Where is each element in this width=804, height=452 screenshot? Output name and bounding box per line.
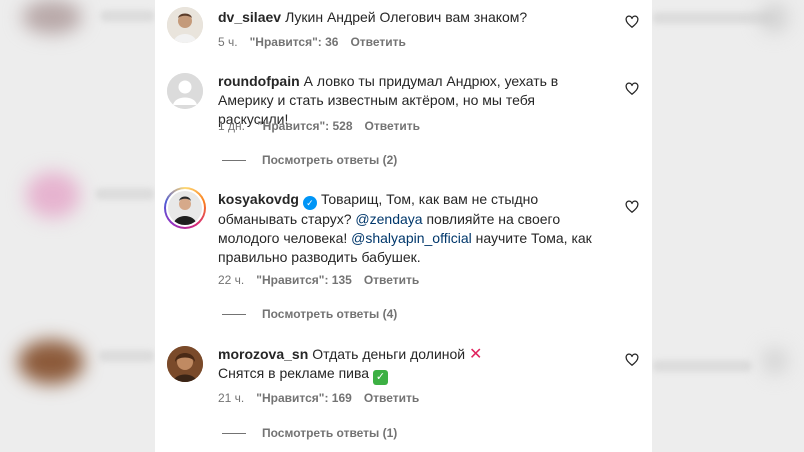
view-replies-label: Посмотреть ответы (1) bbox=[262, 426, 398, 440]
blurred-text bbox=[652, 12, 772, 24]
comments-list: dv_silaev Лукин Андрей Олегович вам знако… bbox=[155, 0, 652, 452]
cross-mark-icon: ✕ bbox=[469, 346, 483, 363]
check-mark-icon: ✓ bbox=[372, 370, 388, 385]
blurred-text bbox=[98, 350, 155, 362]
comment-time[interactable]: 5 ч. bbox=[218, 35, 238, 49]
comment-meta: 5 ч. "Нравится": 36 Ответить bbox=[218, 34, 418, 50]
heart-icon[interactable] bbox=[625, 82, 639, 96]
avatar[interactable] bbox=[167, 346, 203, 382]
comment-time[interactable]: 22 ч. bbox=[218, 273, 244, 287]
blurred-text bbox=[652, 360, 752, 372]
verified-badge-icon: ✓ bbox=[302, 196, 317, 210]
view-replies-button[interactable]: Посмотреть ответы (4) bbox=[222, 306, 397, 322]
heart-icon[interactable] bbox=[625, 353, 639, 367]
divider-line bbox=[222, 314, 246, 316]
reply-button[interactable]: Ответить bbox=[364, 391, 419, 405]
user-photo-icon bbox=[167, 346, 203, 382]
avatar bbox=[166, 189, 204, 227]
blurred-left-panel bbox=[0, 0, 155, 452]
mention-link[interactable]: @shalyapin_official bbox=[351, 230, 472, 246]
heart-icon[interactable] bbox=[625, 200, 639, 214]
comment-username[interactable]: kosyakovdg bbox=[218, 191, 299, 207]
likes-count[interactable]: "Нравится": 528 bbox=[257, 119, 353, 133]
comment-time[interactable]: 1 дн. bbox=[218, 119, 245, 133]
reply-button[interactable]: Ответить bbox=[350, 35, 405, 49]
view-replies-label: Посмотреть ответы (2) bbox=[262, 153, 398, 167]
view-replies-label: Посмотреть ответы (4) bbox=[262, 307, 398, 321]
comment-time[interactable]: 21 ч. bbox=[218, 391, 244, 405]
comment-body: Снятся в рекламе пива bbox=[218, 365, 370, 381]
avatar-story-ring[interactable] bbox=[164, 187, 206, 229]
comment-meta: 1 дн. "Нравится": 528 Ответить bbox=[218, 118, 432, 134]
comment-username[interactable]: dv_silaev bbox=[218, 9, 281, 25]
likes-count[interactable]: "Нравится": 169 bbox=[256, 391, 352, 405]
mention-link[interactable]: @zendaya bbox=[355, 211, 422, 227]
avatar[interactable] bbox=[167, 73, 203, 109]
avatar[interactable] bbox=[167, 7, 203, 43]
likes-count[interactable]: "Нравится": 36 bbox=[250, 35, 339, 49]
comment-meta: 22 ч. "Нравится": 135 Ответить bbox=[218, 272, 431, 288]
comment-username[interactable]: roundofpain bbox=[218, 73, 300, 89]
blurred-right-panel bbox=[652, 0, 804, 452]
blurred-avatar bbox=[26, 172, 80, 218]
divider-line bbox=[222, 160, 246, 162]
user-photo-icon bbox=[168, 191, 202, 225]
view-replies-button[interactable]: Посмотреть ответы (1) bbox=[222, 425, 397, 441]
view-replies-button[interactable]: Посмотреть ответы (2) bbox=[222, 152, 397, 168]
comment-text: kosyakovdg ✓ Товарищ, Том, как вам не стыд… bbox=[218, 190, 608, 267]
comment-text: dv_silaev Лукин Андрей Олегович вам знако… bbox=[218, 8, 608, 27]
blurred-heart bbox=[760, 4, 788, 32]
comment-body: Лукин Андрей Олегович вам знаком? bbox=[285, 9, 528, 25]
comment-username[interactable]: morozova_sn bbox=[218, 346, 308, 362]
reply-button[interactable]: Ответить bbox=[365, 119, 420, 133]
divider-line bbox=[222, 433, 246, 435]
blurred-avatar bbox=[22, 0, 82, 34]
user-photo-icon bbox=[167, 7, 203, 43]
likes-count[interactable]: "Нравится": 135 bbox=[256, 273, 352, 287]
comment-meta: 21 ч. "Нравится": 169 Ответить bbox=[218, 390, 431, 406]
reply-button[interactable]: Ответить bbox=[364, 273, 419, 287]
default-avatar-icon bbox=[167, 73, 203, 109]
blurred-heart bbox=[762, 348, 788, 374]
blurred-avatar bbox=[18, 340, 84, 384]
comment-text: morozova_sn Отдать деньги долиной ✕ Снятс… bbox=[218, 345, 608, 385]
blurred-text bbox=[95, 188, 155, 200]
heart-icon[interactable] bbox=[625, 15, 639, 29]
blurred-text bbox=[100, 10, 155, 22]
comment-body: Отдать деньги долиной bbox=[312, 346, 466, 362]
